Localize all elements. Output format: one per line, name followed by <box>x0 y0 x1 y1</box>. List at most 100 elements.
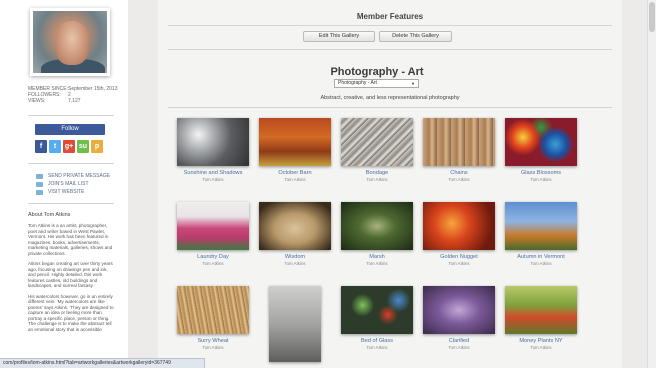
artwork-title[interactable]: Laundry Day <box>175 254 251 260</box>
twitter-icon[interactable]: t <box>49 140 61 153</box>
artwork-author: Tom Atkins <box>284 261 306 266</box>
artwork-image[interactable] <box>177 202 249 250</box>
artwork-author: Tom Atkins <box>530 261 552 266</box>
googleplus-icon[interactable]: g+ <box>63 140 75 153</box>
section-title: Member Features <box>356 12 424 21</box>
artwork-title[interactable]: Wisdom <box>257 254 333 260</box>
artwork-title[interactable]: Autumn in Vermont <box>503 254 579 260</box>
profile-photo[interactable] <box>30 8 110 76</box>
artwork-author: Tom Atkins <box>366 177 388 182</box>
artwork-title[interactable]: Clarified <box>421 338 497 344</box>
artwork-image[interactable] <box>341 286 413 334</box>
divider <box>168 49 612 50</box>
pinterest-icon[interactable]: p <box>91 140 103 153</box>
gallery-description: Abstract, creative, and less representat… <box>320 95 460 101</box>
artwork-title[interactable]: Glass Blossoms <box>503 170 579 176</box>
browser-status-url: com/profiles/tom-atkins.html?tab=artwork… <box>0 358 205 368</box>
divider <box>168 107 612 108</box>
artwork-title[interactable]: October Barn <box>257 170 333 176</box>
link-label: VISIT WEBSITE <box>48 189 85 195</box>
artwork-image[interactable] <box>423 202 495 250</box>
artwork-card[interactable]: Bed of Glass Tom Atkins <box>339 286 415 350</box>
about-paragraph: Atkins began creating art over thirty ye… <box>28 261 113 288</box>
page-scrollbar[interactable] <box>647 0 656 368</box>
artwork-card[interactable] <box>257 286 333 362</box>
follow-button[interactable]: Follow <box>35 124 105 135</box>
stat-value: 7,127 <box>68 98 81 104</box>
chevron-down-icon: ▼ <box>411 81 415 86</box>
artwork-title[interactable]: Surry Wheat <box>175 338 251 344</box>
facebook-icon[interactable]: f <box>35 140 47 153</box>
artwork-author: Tom Atkins <box>366 345 388 350</box>
artwork-card[interactable]: Autumn in Vermont Tom Atkins <box>503 202 579 266</box>
artwork-card[interactable]: Chains Tom Atkins <box>421 118 497 182</box>
about-paragraph: His watercolors however, go in an entire… <box>28 293 114 332</box>
artwork-image[interactable] <box>341 118 413 166</box>
artwork-title[interactable]: Chains <box>421 170 497 176</box>
divider <box>28 163 114 164</box>
edit-gallery-button[interactable]: Edit This Gallery <box>303 31 375 42</box>
artwork-image[interactable] <box>423 286 495 334</box>
artwork-title[interactable]: Sunshine and Shadows <box>175 170 251 176</box>
photo-face <box>55 21 89 65</box>
artwork-card[interactable]: Surry Wheat Tom Atkins <box>175 286 251 350</box>
stumbleupon-icon[interactable]: su <box>77 140 89 153</box>
artwork-author: Tom Atkins <box>284 177 306 182</box>
artwork-image[interactable] <box>269 286 321 362</box>
artwork-card[interactable]: Glass Blossoms Tom Atkins <box>503 118 579 182</box>
artwork-image[interactable] <box>505 118 577 166</box>
artwork-title[interactable]: Marsh <box>339 254 415 260</box>
artwork-image[interactable] <box>259 202 331 250</box>
artwork-author: Tom Atkins <box>530 177 552 182</box>
artwork-author: Tom Atkins <box>448 177 470 182</box>
mail-list-icon <box>36 181 43 187</box>
artwork-author: Tom Atkins <box>202 261 224 266</box>
artwork-card[interactable]: Bondage Tom Atkins <box>339 118 415 182</box>
about-title: About Tom Atkins <box>28 212 71 218</box>
link-label: SEND PRIVATE MESSAGE <box>48 173 111 179</box>
artwork-card[interactable]: October Barn Tom Atkins <box>257 118 333 182</box>
artwork-card[interactable]: Money Plants NY Tom Atkins <box>503 286 579 350</box>
profile-stats: MEMBER SINCE: September 15th, 2013 FOLLO… <box>28 86 117 104</box>
artwork-author: Tom Atkins <box>530 345 552 350</box>
about-paragraph: Tom Atkins is a an artist, photographer,… <box>28 223 113 256</box>
stat-value: September 15th, 2013 <box>68 86 118 92</box>
artwork-title[interactable]: Bed of Glass <box>339 338 415 344</box>
delete-gallery-button[interactable]: Delete This Gallery <box>379 31 452 42</box>
artwork-image[interactable] <box>177 286 249 334</box>
artwork-image[interactable] <box>423 118 495 166</box>
artwork-author: Tom Atkins <box>202 177 224 182</box>
artwork-image[interactable] <box>259 118 331 166</box>
mail-list-link[interactable]: JOIN'S MAIL LIST <box>36 180 110 188</box>
artwork-title[interactable]: Bondage <box>339 170 415 176</box>
artwork-image[interactable] <box>505 202 577 250</box>
divider <box>28 115 114 116</box>
artwork-author: Tom Atkins <box>366 261 388 266</box>
envelope-icon <box>36 173 43 179</box>
artwork-card[interactable]: Golden Nugget Tom Atkins <box>421 202 497 266</box>
stat-label: VIEWS: <box>28 98 46 104</box>
artwork-author: Tom Atkins <box>448 345 470 350</box>
artwork-image[interactable] <box>177 118 249 166</box>
artwork-image[interactable] <box>505 286 577 334</box>
about-text: Tom Atkins is a an artist, photographer,… <box>28 223 114 337</box>
artwork-title[interactable]: Golden Nugget <box>421 254 497 260</box>
artwork-title[interactable]: Money Plants NY <box>503 338 579 344</box>
artwork-image[interactable] <box>341 202 413 250</box>
artwork-card[interactable]: Wisdom Tom Atkins <box>257 202 333 266</box>
artwork-card[interactable]: Laundry Day Tom Atkins <box>175 202 251 266</box>
artwork-card[interactable]: Sunshine and Shadows Tom Atkins <box>175 118 251 182</box>
artwork-card[interactable]: Marsh Tom Atkins <box>339 202 415 266</box>
visit-website-link[interactable]: VISIT WEBSITE <box>36 188 110 196</box>
profile-links: SEND PRIVATE MESSAGE JOIN'S MAIL LIST VI… <box>36 172 110 196</box>
artwork-author: Tom Atkins <box>202 345 224 350</box>
send-message-link[interactable]: SEND PRIVATE MESSAGE <box>36 172 110 180</box>
globe-icon <box>36 189 43 195</box>
artwork-author: Tom Atkins <box>448 261 470 266</box>
divider <box>28 203 114 204</box>
gallery-title: Photography - Art <box>330 66 424 78</box>
artwork-card[interactable]: Clarified Tom Atkins <box>421 286 497 350</box>
gallery-select[interactable]: Photography - Art ▼ <box>334 79 419 88</box>
social-share-bar: f t g+ su p <box>35 140 103 153</box>
scrollbar-thumb[interactable] <box>649 2 655 32</box>
